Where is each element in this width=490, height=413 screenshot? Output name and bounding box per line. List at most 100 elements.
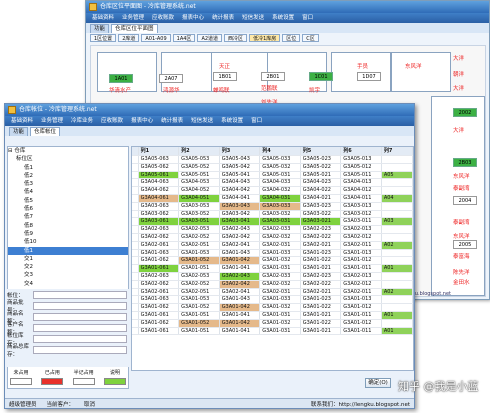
table-row[interactable]: G3A02-061 G3A02-051 G3A02-041 G3A02-031 G3A0… [132, 241, 413, 250]
position-cell[interactable]: G3A04-013 [341, 179, 382, 187]
position-cell[interactable] [382, 257, 413, 265]
position-cell[interactable]: G3A02-012 [341, 233, 382, 241]
position-cell[interactable]: G3A04-031 [260, 194, 301, 202]
position-cell[interactable]: G3A01-032 [260, 257, 301, 265]
tree-node[interactable]: 交3 [8, 271, 128, 279]
position-cell[interactable]: G3A03-031 [260, 218, 301, 226]
table-row[interactable]: G3A01-061 G3A01-051 G3A01-041 G3A01-031 G3A0… [132, 327, 413, 336]
position-cell[interactable]: A02 [381, 288, 413, 296]
position-cell[interactable]: G3A02-052 [179, 233, 220, 241]
position-cell[interactable]: G3A02-053 [179, 226, 220, 233]
table-row[interactable]: G3A05-061 G3A05-051 G3A05-041 G3A05-031 G3A0… [132, 171, 413, 180]
position-cell[interactable]: G3A05-042 [220, 163, 261, 171]
position-cell[interactable]: G3A05-022 [301, 163, 342, 171]
position-cell[interactable]: G3A02-041 [220, 288, 261, 296]
position-cell[interactable]: G3A01-022 [301, 319, 342, 327]
position-cell[interactable]: G3A01-031 [260, 265, 301, 272]
position-cell[interactable]: G3A02-051 [179, 288, 220, 296]
position-cell[interactable]: G3A01-052 [179, 257, 220, 265]
position-cell[interactable]: G3A05-063 [139, 156, 180, 163]
position-cell[interactable]: G3A01-043 [220, 249, 261, 257]
menu-item[interactable]: 报表中心 [131, 116, 153, 126]
position-cell[interactable]: G3A05-033 [260, 156, 301, 163]
position-cell[interactable]: G3A02-061 [139, 241, 180, 249]
position-cell[interactable]: G3A01-062 [139, 257, 180, 265]
position-cell[interactable]: G3A03-021 [300, 218, 342, 226]
position-cell[interactable]: G3A01-022 [301, 257, 342, 265]
position-cell[interactable]: G3A01-012 [341, 257, 382, 265]
table-row[interactable]: G3A04-061 G3A04-051 G3A04-041 G3A04-031 G3A0… [132, 194, 413, 203]
position-cell[interactable]: G3A04-063 [139, 179, 180, 187]
position-cell[interactable]: G3A03-022 [301, 210, 342, 218]
position-cell[interactable]: G3A02-043 [219, 272, 261, 280]
position-cell[interactable]: G3A03-063 [139, 202, 180, 210]
position-cell[interactable]: G3A05-031 [260, 171, 301, 179]
position-cell[interactable]: G3A05-062 [139, 163, 180, 171]
table-row[interactable]: G3A04-063 G3A04-053 G3A04-043 G3A04-033 G3A0… [132, 179, 413, 188]
tab-storage-position[interactable]: 仓库帐位 [30, 127, 61, 136]
position-cell[interactable]: G3A01-032 [260, 319, 301, 327]
position-cell[interactable] [382, 179, 413, 187]
position-cell[interactable]: G3A01-051 [179, 265, 220, 272]
position-cell[interactable]: G3A01-011 [341, 311, 382, 319]
table-row[interactable]: G3A02-062 G3A02-052 G3A02-042 G3A02-032 G3A0… [132, 233, 413, 242]
position-cell[interactable]: G3A01-042 [219, 319, 261, 327]
slot-occupied[interactable]: 2002 [453, 108, 477, 117]
tree-node[interactable]: 低10 [8, 238, 128, 246]
position-cell[interactable]: G3A04-011 [341, 194, 382, 202]
position-cell[interactable]: G3A04-022 [301, 187, 342, 194]
table-row[interactable]: G3A02-062 G3A02-052 G3A02-042 G3A02-032 G3A0… [132, 280, 413, 289]
position-cell[interactable]: G3A01-041 [220, 327, 261, 335]
position-cell[interactable]: G3A01-043 [220, 296, 261, 304]
position-cell[interactable]: G3A04-032 [260, 187, 301, 194]
table-row[interactable]: G3A01-061 G3A01-051 G3A01-041 G3A01-031 G3A0… [132, 265, 413, 273]
position-cell[interactable]: G3A02-031 [260, 288, 301, 296]
menu-item[interactable]: 基础资料 [11, 116, 33, 126]
position-cell[interactable]: G3A01-063 [139, 296, 180, 304]
tab-functions[interactable]: 功能 [9, 127, 29, 136]
position-cell[interactable]: G3A01-042 [219, 304, 261, 311]
position-cell[interactable]: G3A03-033 [260, 202, 301, 210]
position-cell[interactable]: G3A01-052 [179, 319, 220, 327]
position-cell[interactable]: G3A02-021 [301, 241, 342, 249]
position-cell[interactable]: G3A02-032 [260, 233, 301, 241]
column-header[interactable]: 列7 [382, 147, 413, 155]
position-cell[interactable]: G3A01-062 [139, 319, 180, 327]
position-cell[interactable]: G3A01-063 [139, 249, 180, 257]
position-cell[interactable]: G3A05-051 [179, 171, 220, 179]
position-cell[interactable]: G3A05-023 [301, 156, 342, 163]
tree-node[interactable]: 低5 [8, 197, 128, 205]
subtab-area[interactable]: C区 [302, 34, 319, 42]
position-cell[interactable] [382, 233, 413, 241]
subtab-area[interactable]: 低冷1库房 [249, 34, 281, 42]
position-cell[interactable]: G3A01-032 [260, 304, 301, 311]
position-cell[interactable]: G3A03-013 [341, 202, 382, 210]
menu-item[interactable]: 基础资料 [92, 13, 114, 23]
status-link[interactable]: 联系我们：http://lengku.blogspot.net [311, 400, 410, 408]
position-cell[interactable] [382, 272, 413, 280]
column-header[interactable]: 列5 [301, 147, 342, 155]
position-cell[interactable]: G3A04-042 [220, 187, 261, 194]
position-cell[interactable]: G3A02-032 [260, 280, 301, 288]
slot-occupied[interactable]: 1A01 [109, 74, 133, 83]
position-cell[interactable]: G3A05-021 [301, 171, 342, 179]
position-cell[interactable]: G3A05-061 [138, 171, 180, 179]
position-cell[interactable]: G3A05-011 [341, 171, 382, 179]
position-cell[interactable]: G3A02-022 [301, 280, 342, 288]
position-cell[interactable]: G3A02-031 [260, 241, 301, 249]
table-row[interactable]: G3A04-062 G3A04-052 G3A04-042 G3A04-032 G3A0… [132, 187, 413, 195]
position-cell[interactable]: G3A02-063 [139, 272, 180, 280]
tab-map[interactable]: 仓库区位平面图 [111, 24, 158, 33]
subtab-area[interactable]: 西冷区 [224, 34, 248, 42]
position-cell[interactable]: G3A01-053 [179, 296, 220, 304]
position-cell[interactable]: G3A04-051 [179, 194, 220, 202]
position-cell[interactable]: G3A02-021 [301, 288, 342, 296]
position-cell[interactable]: G3A03-043 [219, 202, 261, 210]
table-row[interactable]: G3A05-063 G3A05-053 G3A05-043 G3A05-033 G3A0… [132, 156, 413, 164]
position-cell[interactable] [382, 304, 413, 311]
position-cell[interactable]: G3A01-021 [301, 311, 342, 319]
position-cell[interactable] [382, 156, 413, 163]
table-row[interactable]: G3A01-061 G3A01-051 G3A01-041 G3A01-031 G3A0… [132, 311, 413, 320]
position-cell[interactable] [382, 319, 413, 327]
position-cell[interactable]: G3A04-021 [301, 194, 342, 202]
